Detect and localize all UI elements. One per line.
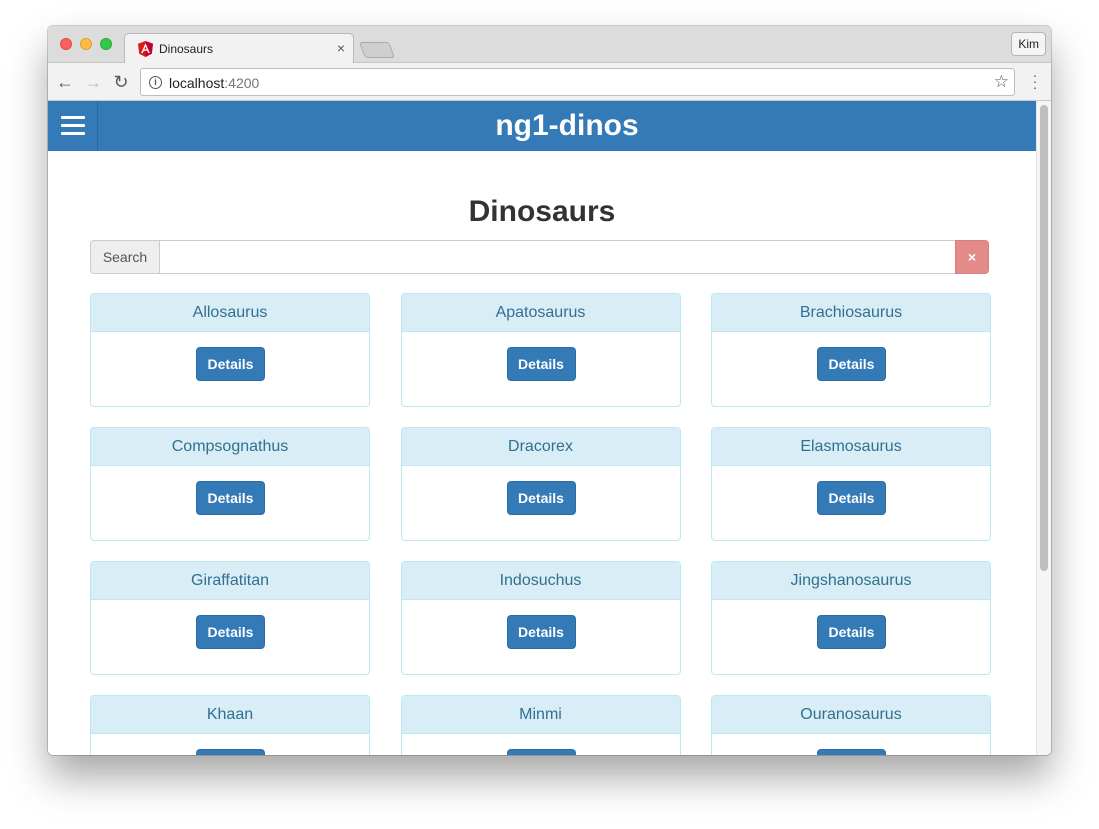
dino-card-title: Indosuchus xyxy=(401,562,680,600)
details-button[interactable]: Details xyxy=(817,481,886,515)
close-window-button[interactable] xyxy=(60,38,72,50)
dino-card-title: Elasmosaurus xyxy=(712,428,990,466)
url-text[interactable]: localhost:4200 xyxy=(169,75,259,91)
url-port: :4200 xyxy=(224,75,260,91)
dino-card-title: Giraffatitan xyxy=(91,562,369,600)
details-button[interactable]: Details xyxy=(196,347,265,381)
dino-card: Giraffatitan Details xyxy=(90,561,370,675)
search-label: Search xyxy=(90,240,160,274)
dino-card-title: Minmi xyxy=(401,696,680,734)
dino-card: Minmi Details xyxy=(400,695,681,755)
details-button[interactable]: Details xyxy=(817,615,886,649)
details-button[interactable]: Details xyxy=(196,749,265,755)
app-brand[interactable]: ng1-dinos xyxy=(98,101,1036,151)
dino-card: Elasmosaurus Details xyxy=(711,427,991,541)
page-viewport: ng1-dinos Dinosaurs Search × Allosaurus D… xyxy=(48,101,1051,755)
dino-card-title: Brachiosaurus xyxy=(712,294,990,332)
details-button[interactable]: Details xyxy=(506,615,576,649)
hamburger-menu-icon[interactable] xyxy=(48,101,98,151)
vertical-scrollbar[interactable] xyxy=(1036,101,1051,755)
tab-title: Dinosaurs xyxy=(159,42,214,56)
browser-window: Dinosaurs × Kim ← → ↻ i localhost:4200 ☆… xyxy=(48,26,1051,755)
dino-card-title: Compsognathus xyxy=(91,428,369,466)
back-arrow-icon[interactable]: ← xyxy=(54,71,76,93)
bookmark-star-icon[interactable]: ☆ xyxy=(994,72,1009,92)
dino-card: Apatosaurus Details xyxy=(400,293,681,407)
dino-card-title: Apatosaurus xyxy=(401,294,680,332)
dino-card-title: Jingshanosaurus xyxy=(712,562,990,600)
details-button[interactable]: Details xyxy=(506,481,576,515)
dino-card: Brachiosaurus Details xyxy=(711,293,991,407)
reload-icon[interactable]: ↻ xyxy=(110,71,132,93)
dino-card: Allosaurus Details xyxy=(90,293,370,407)
zoom-window-button[interactable] xyxy=(100,38,112,50)
details-button[interactable]: Details xyxy=(196,615,265,649)
new-tab-button[interactable] xyxy=(359,42,395,58)
dino-card-title: Allosaurus xyxy=(91,294,369,332)
app-navbar: ng1-dinos xyxy=(48,101,1036,151)
dino-card: Khaan Details xyxy=(90,695,370,755)
dino-card: Dracorex Details xyxy=(400,427,681,541)
address-bar[interactable]: i localhost:4200 ☆ xyxy=(140,68,1015,96)
dino-card: Jingshanosaurus Details xyxy=(711,561,991,675)
dino-card: Ouranosaurus Details xyxy=(711,695,991,755)
dino-card-title: Ouranosaurus xyxy=(712,696,990,734)
scrollbar-thumb[interactable] xyxy=(1040,105,1048,571)
info-icon[interactable]: i xyxy=(149,76,162,89)
dino-card-title: Dracorex xyxy=(401,428,680,466)
details-button[interactable]: Details xyxy=(817,749,886,755)
clear-search-button[interactable]: × xyxy=(955,240,989,274)
browser-tab[interactable]: Dinosaurs × xyxy=(124,33,354,64)
details-button[interactable]: Details xyxy=(506,749,576,755)
browser-toolbar: ← → ↻ i localhost:4200 ☆ · · · xyxy=(48,63,1051,101)
title-bar: Dinosaurs × Kim xyxy=(48,26,1051,64)
url-host: localhost xyxy=(169,75,225,91)
angular-icon xyxy=(138,41,153,57)
tab-close-icon[interactable]: × xyxy=(337,40,345,56)
search-group: Search × xyxy=(90,240,989,274)
minimize-window-button[interactable] xyxy=(80,38,92,50)
forward-arrow-icon[interactable]: → xyxy=(82,71,104,93)
search-input[interactable] xyxy=(159,240,956,274)
details-button[interactable]: Details xyxy=(817,347,886,381)
browser-menu-icon[interactable]: · · · xyxy=(1031,68,1039,94)
dino-card-title: Khaan xyxy=(91,696,369,734)
profile-button[interactable]: Kim xyxy=(1011,32,1046,56)
page-title: Dinosaurs xyxy=(468,195,616,228)
dino-card: Indosuchus Details xyxy=(400,561,681,675)
details-button[interactable]: Details xyxy=(506,347,576,381)
details-button[interactable]: Details xyxy=(196,481,265,515)
dino-card: Compsognathus Details xyxy=(90,427,370,541)
